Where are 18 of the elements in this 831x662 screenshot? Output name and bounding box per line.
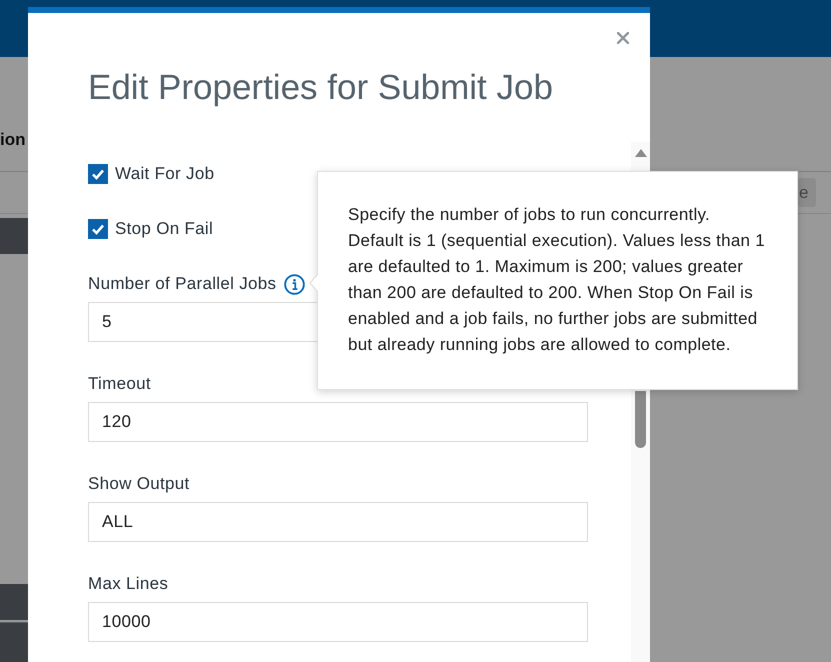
- field-label: Timeout: [88, 374, 151, 394]
- input-field[interactable]: ALL: [88, 502, 588, 542]
- dialog-title: Edit Properties for Submit Job: [88, 68, 554, 108]
- input-field[interactable]: 10000: [88, 602, 588, 642]
- close-icon[interactable]: [617, 32, 629, 44]
- field-label: Number of Parallel Jobs: [88, 274, 276, 294]
- checkbox-label[interactable]: Wait For Job: [115, 164, 214, 184]
- page-heading: ion: [0, 129, 26, 151]
- field-label: Show Output: [88, 474, 190, 494]
- scroll-up-arrow-icon[interactable]: [635, 148, 647, 157]
- info-icon[interactable]: [284, 274, 306, 294]
- checkbox[interactable]: [88, 219, 108, 239]
- checkbox[interactable]: [88, 164, 108, 184]
- scrollbar-thumb[interactable]: [635, 391, 646, 448]
- input-field[interactable]: 120: [88, 402, 588, 442]
- checkbox-label[interactable]: Stop On Fail: [115, 219, 214, 239]
- tooltip-text: Specify the number of jobs to run concurrently. Default is 1 (sequential execution). Values less than 1 are defaulted to 1. Maximum is 200; values greater than 200 are defaulted to 200. When Stop On Fail is enabled and a job fails, no further jobs are submitted but already running jobs are allowed to complete.: [348, 204, 766, 356]
- field-label: Max Lines: [88, 574, 168, 594]
